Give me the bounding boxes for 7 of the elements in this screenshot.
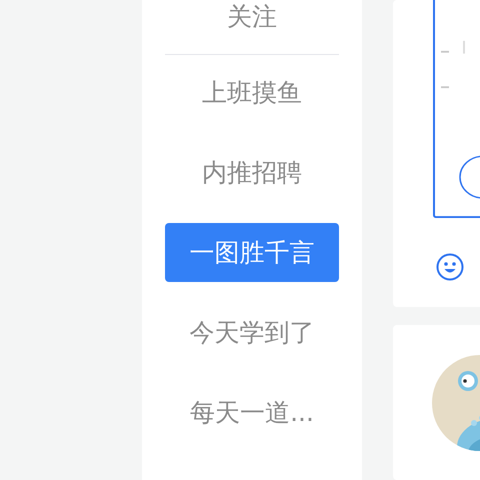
sidebar-item[interactable]: 上班摸鱼 <box>165 63 339 122</box>
sidebar-item[interactable]: 今天学到了 <box>165 303 339 362</box>
smiley-icon[interactable] <box>436 253 464 281</box>
sidebar-item[interactable]: 每天一道... <box>165 383 339 442</box>
sidebar-item[interactable]: 关注 <box>165 0 339 34</box>
sidebar-item[interactable]: 一图胜千言 <box>165 223 339 282</box>
sidebar-item[interactable]: 内推招聘 <box>165 143 339 202</box>
